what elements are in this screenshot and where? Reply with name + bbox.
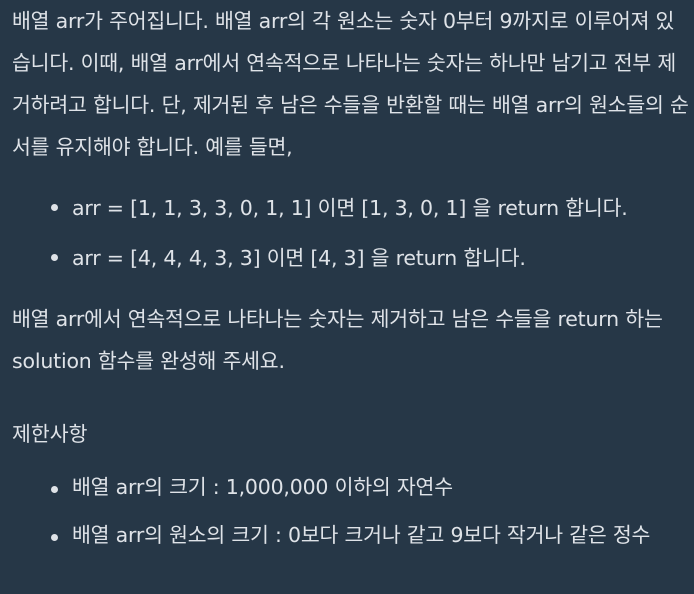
constraints-heading: 제한사항 bbox=[12, 422, 88, 446]
bullet-icon bbox=[51, 534, 58, 541]
list-item: arr = [4, 4, 4, 3, 3] 이면 [4, 3] 을 return… bbox=[0, 237, 694, 279]
constraints-list: 배열 arr의 크기 : 1,000,000 이하의 자연수 배열 arr의 원… bbox=[0, 469, 694, 561]
constraint-text: 배열 arr의 크기 : 1,000,000 이하의 자연수 bbox=[72, 475, 453, 499]
bullet-icon bbox=[51, 486, 58, 493]
list-item: arr = [1, 1, 3, 3, 0, 1, 1] 이면 [1, 3, 0,… bbox=[0, 187, 694, 229]
example-text: arr = [1, 1, 3, 3, 0, 1, 1] 이면 [1, 3, 0,… bbox=[72, 196, 628, 220]
example-text: arr = [4, 4, 4, 3, 3] 이면 [4, 3] 을 return… bbox=[72, 246, 526, 270]
intro-paragraph: 배열 arr가 주어집니다. 배열 arr의 각 원소는 숫자 0부터 9까지로… bbox=[12, 9, 689, 159]
bullet-icon bbox=[51, 254, 58, 261]
problem-description: 배열 arr가 주어집니다. 배열 arr의 각 원소는 숫자 0부터 9까지로… bbox=[0, 0, 694, 594]
constraint-text: 배열 arr의 원소의 크기 : 0보다 크거나 같고 9보다 작거나 같은 정… bbox=[72, 523, 651, 547]
list-item: 배열 arr의 크기 : 1,000,000 이하의 자연수 bbox=[0, 469, 694, 505]
list-item: 배열 arr의 원소의 크기 : 0보다 크거나 같고 9보다 작거나 같은 정… bbox=[0, 517, 694, 553]
outro-paragraph: 배열 arr에서 연속적으로 나타나는 숫자는 제거하고 남은 수들을 retu… bbox=[12, 307, 663, 373]
examples-list: arr = [1, 1, 3, 3, 0, 1, 1] 이면 [1, 3, 0,… bbox=[0, 187, 694, 287]
bullet-icon bbox=[51, 204, 58, 211]
